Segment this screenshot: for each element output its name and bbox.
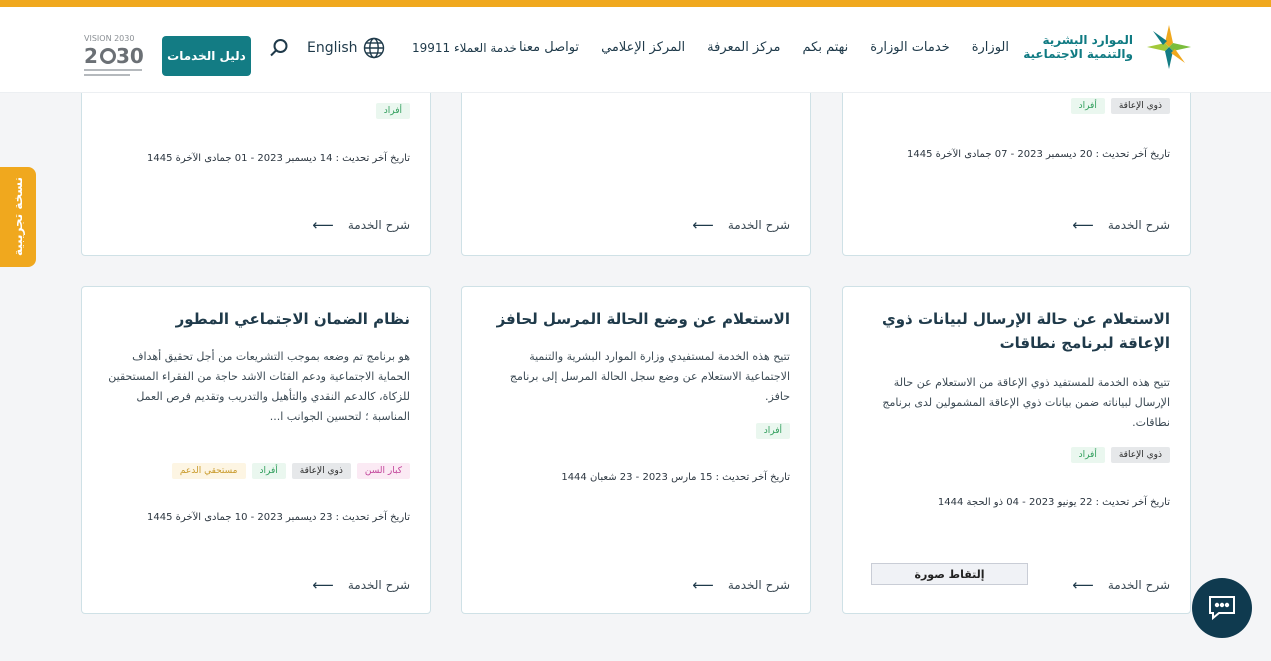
- last-updated-date: تاريخ آخر تحديث : 14 ديسمبر 2023 - 01 جم…: [147, 153, 410, 164]
- explain-label: شرح الخدمة: [347, 218, 410, 232]
- chat-button[interactable]: [1192, 578, 1252, 638]
- tag-individuals: أفراد: [755, 423, 790, 439]
- last-updated-date: تاريخ آخر تحديث : 23 ديسمبر 2023 - 10 جم…: [147, 512, 410, 523]
- service-explanation-link[interactable]: شرح الخدمة ⟵: [692, 576, 790, 594]
- logo-line-2: والتنمية الاجتماعية: [1023, 47, 1133, 61]
- service-card-hafiz-status[interactable]: الاستعلام عن وضع الحالة المرسل لحافز تتي…: [461, 286, 811, 614]
- explain-label: شرح الخدمة: [1107, 578, 1170, 592]
- service-explanation-link[interactable]: شرح الخدمة ⟵: [692, 216, 790, 234]
- nav-ministry[interactable]: الوزارة: [972, 40, 1009, 55]
- arrow-left-icon: ⟵: [692, 576, 714, 594]
- card-tags: ذوي الإعاقة أفراد: [1070, 447, 1170, 463]
- arrow-left-icon: ⟵: [312, 216, 334, 234]
- tag-disabled: ذوي الإعاقة: [291, 463, 351, 479]
- nav-knowledge-center[interactable]: مركز المعرفة: [707, 40, 780, 55]
- nav-we-care[interactable]: نهتم بكم: [803, 40, 849, 55]
- svg-text:30: 30: [116, 44, 144, 68]
- explain-label: شرح الخدمة: [727, 578, 790, 592]
- service-explanation-link[interactable]: شرح الخدمة ⟵: [1072, 576, 1170, 594]
- tag-individuals: أفراد: [1070, 98, 1105, 114]
- beta-version-label: نسخة تجريبية: [11, 177, 25, 257]
- arrow-left-icon: ⟵: [1072, 216, 1094, 234]
- service-card-top-middle[interactable]: شرح الخدمة ⟵: [461, 70, 811, 256]
- ministry-logo[interactable]: الموارد البشرية والتنمية الاجتماعية: [1023, 21, 1195, 73]
- arrow-left-icon: ⟵: [1072, 576, 1094, 594]
- explain-label: شرح الخدمة: [727, 218, 790, 232]
- nav-media-center[interactable]: المركز الإعلامي: [601, 40, 685, 55]
- service-explanation-link[interactable]: شرح الخدمة ⟵: [1072, 216, 1170, 234]
- card-tags: ذوي الإعاقة أفراد: [1070, 98, 1170, 114]
- tag-individuals: أفراد: [375, 103, 410, 119]
- card-title: الاستعلام عن حالة الإرسال لبيانات ذوي ال…: [881, 310, 1170, 352]
- service-card-top-left[interactable]: أفراد تاريخ آخر تحديث : 14 ديسمبر 2023 -…: [81, 70, 431, 256]
- logo-line-1: الموارد البشرية: [1042, 33, 1133, 47]
- last-updated-date: تاريخ آخر تحديث : 20 ديسمبر 2023 - 07 جم…: [907, 149, 1170, 160]
- arrow-left-icon: ⟵: [692, 216, 714, 234]
- svg-text:2: 2: [84, 44, 98, 68]
- explain-label: شرح الخدمة: [347, 578, 410, 592]
- chat-bubble-icon: [1209, 596, 1235, 621]
- card-tags: أفراد: [375, 103, 410, 119]
- tag-individuals: أفراد: [251, 463, 286, 479]
- vision-2030-logo: VISION 2030 2 30: [84, 34, 144, 76]
- card-description: تتيح هذه الخدمة للمستفيد ذوي الإعاقة من …: [882, 376, 1170, 429]
- take-screenshot-button[interactable]: إلتقاط صورة: [871, 563, 1028, 585]
- main-nav: الوزارة خدمات الوزارة نهتم بكم مركز المع…: [519, 40, 1009, 55]
- card-tags: كبار السن ذوي الإعاقة أفراد مستحقي الدعم: [171, 463, 410, 479]
- language-switch[interactable]: English: [307, 37, 385, 59]
- service-explanation-link[interactable]: شرح الخدمة ⟵: [312, 576, 410, 594]
- nav-contact-us[interactable]: تواصل معنا: [519, 40, 579, 55]
- globe-icon: [363, 37, 384, 59]
- tag-disabled: ذوي الإعاقة: [1110, 447, 1170, 463]
- service-explanation-link[interactable]: شرح الخدمة ⟵: [312, 216, 410, 234]
- language-label: English: [307, 40, 358, 56]
- card-title: الاستعلام عن وضع الحالة المرسل لحافز: [496, 310, 790, 328]
- card-title: نظام الضمان الاجتماعي المطور: [175, 310, 410, 328]
- site-header: الموارد البشرية والتنمية الاجتماعية الوز…: [0, 7, 1271, 93]
- beta-version-tab[interactable]: نسخة تجريبية: [0, 167, 36, 267]
- service-card-disability-status[interactable]: الاستعلام عن حالة الإرسال لبيانات ذوي ال…: [842, 286, 1191, 614]
- service-card-top-right[interactable]: ذوي الإعاقة أفراد تاريخ آخر تحديث : 20 د…: [842, 70, 1191, 256]
- tag-support-beneficiaries: مستحقي الدعم: [171, 463, 246, 479]
- card-description: هو برنامج تم وضعه بموجب التشريعات من أجل…: [108, 350, 410, 423]
- ministry-emblem-icon: [1147, 25, 1191, 69]
- tag-individuals: أفراد: [1070, 447, 1105, 463]
- last-updated-date: تاريخ آخر تحديث : 15 مارس 2023 - 23 شعبا…: [561, 472, 790, 483]
- top-accent-bar: [0, 0, 1271, 7]
- arrow-left-icon: ⟵: [312, 576, 334, 594]
- tag-elderly: كبار السن: [356, 463, 410, 479]
- card-description: تتيح هذه الخدمة لمستفيدي وزارة الموارد ا…: [509, 350, 790, 403]
- last-updated-date: تاريخ آخر تحديث : 22 يونيو 2023 - 04 ذو …: [937, 497, 1170, 508]
- svg-text:VISION 2030: VISION 2030: [84, 34, 134, 43]
- service-card-social-security[interactable]: نظام الضمان الاجتماعي المطور هو برنامج ت…: [81, 286, 431, 614]
- tag-disabled: ذوي الإعاقة: [1110, 98, 1170, 114]
- customer-service-hotline[interactable]: خدمة العملاء 19911: [412, 41, 517, 55]
- services-guide-button[interactable]: دليل الخدمات: [162, 36, 251, 76]
- explain-label: شرح الخدمة: [1107, 218, 1170, 232]
- search-icon[interactable]: [268, 37, 290, 59]
- nav-ministry-services[interactable]: خدمات الوزارة: [870, 40, 949, 55]
- card-tags: أفراد: [755, 423, 790, 439]
